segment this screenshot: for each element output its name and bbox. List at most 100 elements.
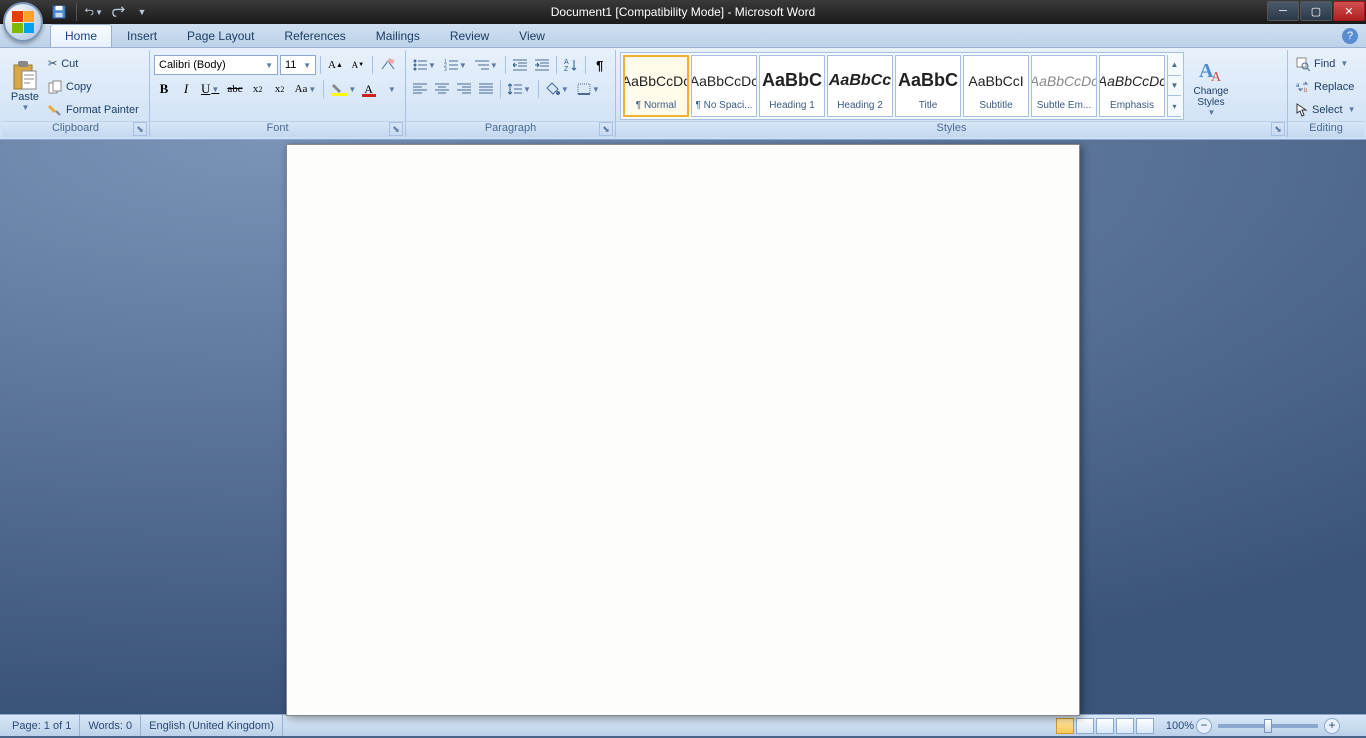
group-label-clipboard: Clipboard⬊ bbox=[2, 121, 149, 137]
style-item--normal[interactable]: AaBbCcDc¶ Normal bbox=[623, 55, 689, 117]
close-button[interactable]: ✕ bbox=[1333, 1, 1365, 21]
status-page[interactable]: Page: 1 of 1 bbox=[4, 715, 80, 736]
redo-icon[interactable] bbox=[109, 3, 127, 21]
clear-formatting-button[interactable] bbox=[377, 55, 399, 75]
italic-button[interactable]: I bbox=[176, 79, 196, 99]
sort-button[interactable]: AZ bbox=[561, 55, 581, 75]
document-page[interactable] bbox=[286, 144, 1080, 716]
style-item-heading-2[interactable]: AaBbCcHeading 2 bbox=[827, 55, 893, 117]
paste-button[interactable]: Paste ▼ bbox=[6, 52, 44, 121]
group-font: Calibri (Body)▼ 11▼ A▲ A▼ B I U▼ abc x2 … bbox=[150, 50, 406, 137]
align-left-button[interactable] bbox=[410, 79, 430, 99]
replace-icon: ab bbox=[1296, 81, 1310, 93]
tab-mailings[interactable]: Mailings bbox=[361, 24, 435, 47]
zoom-slider[interactable] bbox=[1218, 724, 1318, 728]
status-words[interactable]: Words: 0 bbox=[80, 715, 141, 736]
qat-customize-icon[interactable]: ▼ bbox=[133, 3, 151, 21]
bullets-button[interactable]: ▼ bbox=[410, 55, 439, 75]
justify-button[interactable] bbox=[476, 79, 496, 99]
highlight-button[interactable]: ▼ bbox=[328, 79, 359, 99]
zoom-in-button[interactable]: + bbox=[1324, 718, 1340, 734]
increase-indent-button[interactable] bbox=[532, 55, 552, 75]
view-print-layout-button[interactable] bbox=[1056, 718, 1074, 734]
maximize-button[interactable]: ▢ bbox=[1300, 1, 1332, 21]
gallery-down-icon[interactable]: ▼ bbox=[1168, 76, 1181, 97]
svg-text:3: 3 bbox=[444, 67, 447, 71]
styles-launcher[interactable]: ⬊ bbox=[1271, 122, 1285, 136]
style-item-title[interactable]: AaBbCTitle bbox=[895, 55, 961, 117]
grow-font-button[interactable]: A▲ bbox=[325, 55, 346, 75]
show-hide-button[interactable]: ¶ bbox=[590, 55, 610, 75]
group-editing: Find▼ abReplace Select▼ Editing bbox=[1288, 50, 1364, 137]
zoom-thumb[interactable] bbox=[1264, 719, 1272, 733]
copy-button[interactable]: Copy bbox=[44, 76, 143, 98]
borders-button[interactable]: ▼ bbox=[574, 79, 603, 99]
view-web-layout-button[interactable] bbox=[1096, 718, 1114, 734]
align-center-button[interactable] bbox=[432, 79, 452, 99]
superscript-button[interactable]: x2 bbox=[270, 79, 290, 99]
zoom-level[interactable]: 100% bbox=[1166, 720, 1194, 732]
gallery-up-icon[interactable]: ▲ bbox=[1168, 55, 1181, 76]
gallery-more-icon[interactable]: ▾ bbox=[1168, 96, 1181, 117]
select-button[interactable]: Select▼ bbox=[1292, 99, 1360, 121]
select-icon bbox=[1296, 103, 1308, 117]
brush-icon bbox=[48, 103, 62, 117]
shrink-font-button[interactable]: A▼ bbox=[348, 55, 368, 75]
scissors-icon: ✂ bbox=[48, 57, 57, 70]
window-controls: ─ ▢ ✕ bbox=[1267, 0, 1366, 24]
tab-references[interactable]: References bbox=[269, 24, 360, 47]
tab-review[interactable]: Review bbox=[435, 24, 504, 47]
change-styles-button[interactable]: AA Change Styles ▼ bbox=[1184, 52, 1238, 121]
font-color-button[interactable]: A▼ bbox=[361, 79, 399, 99]
document-area[interactable] bbox=[0, 140, 1366, 714]
minimize-button[interactable]: ─ bbox=[1267, 1, 1299, 21]
group-label-styles: Styles⬊ bbox=[616, 121, 1287, 137]
style-item-emphasis[interactable]: AaBbCcDcEmphasis bbox=[1099, 55, 1165, 117]
style-item--no-spaci-[interactable]: AaBbCcDc¶ No Spaci... bbox=[691, 55, 757, 117]
font-size-combo[interactable]: 11▼ bbox=[280, 55, 316, 75]
decrease-indent-button[interactable] bbox=[510, 55, 530, 75]
find-button[interactable]: Find▼ bbox=[1292, 53, 1360, 75]
zoom-out-button[interactable]: − bbox=[1196, 718, 1212, 734]
underline-button[interactable]: U▼ bbox=[198, 79, 222, 99]
format-painter-button[interactable]: Format Painter bbox=[44, 99, 143, 121]
paragraph-launcher[interactable]: ⬊ bbox=[599, 122, 613, 136]
replace-button[interactable]: abReplace bbox=[1292, 76, 1360, 98]
view-draft-button[interactable] bbox=[1136, 718, 1154, 734]
style-item-subtitle[interactable]: AaBbCcISubtitle bbox=[963, 55, 1029, 117]
group-label-editing: Editing bbox=[1288, 121, 1364, 137]
svg-text:Z: Z bbox=[564, 66, 569, 72]
help-icon[interactable]: ? bbox=[1342, 28, 1358, 44]
line-spacing-button[interactable]: ▼ bbox=[505, 79, 534, 99]
svg-text:b: b bbox=[1304, 88, 1308, 93]
multilevel-list-button[interactable]: ▼ bbox=[472, 55, 501, 75]
ribbon-tabs: Home Insert Page Layout References Maili… bbox=[0, 24, 1366, 48]
undo-icon[interactable]: ▼ bbox=[85, 3, 103, 21]
view-outline-button[interactable] bbox=[1116, 718, 1134, 734]
style-item-subtle-em-[interactable]: AaBbCcDcSubtle Em... bbox=[1031, 55, 1097, 117]
cut-button[interactable]: ✂Cut bbox=[44, 53, 143, 75]
tab-insert[interactable]: Insert bbox=[112, 24, 172, 47]
status-language[interactable]: English (United Kingdom) bbox=[141, 715, 283, 736]
view-full-screen-button[interactable] bbox=[1076, 718, 1094, 734]
strikethrough-button[interactable]: abc bbox=[224, 79, 245, 99]
font-name-combo[interactable]: Calibri (Body)▼ bbox=[154, 55, 278, 75]
subscript-button[interactable]: x2 bbox=[248, 79, 268, 99]
office-button[interactable] bbox=[3, 2, 43, 42]
group-label-font: Font⬊ bbox=[150, 121, 405, 137]
numbering-button[interactable]: 123▼ bbox=[441, 55, 470, 75]
window-title: Document1 [Compatibility Mode] - Microso… bbox=[551, 5, 816, 19]
ribbon: Paste ▼ ✂Cut Copy Format Painter Clipboa… bbox=[0, 48, 1366, 140]
tab-view[interactable]: View bbox=[504, 24, 560, 47]
tab-home[interactable]: Home bbox=[50, 24, 112, 47]
save-icon[interactable] bbox=[50, 3, 68, 21]
clipboard-launcher[interactable]: ⬊ bbox=[133, 122, 147, 136]
bold-button[interactable]: B bbox=[154, 79, 174, 99]
style-item-heading-1[interactable]: AaBbCHeading 1 bbox=[759, 55, 825, 117]
change-case-button[interactable]: Aa▼ bbox=[292, 79, 320, 99]
tab-page-layout[interactable]: Page Layout bbox=[172, 24, 269, 47]
align-right-button[interactable] bbox=[454, 79, 474, 99]
group-paragraph: ▼ 123▼ ▼ AZ ¶ ▼ ▼ ▼ bbox=[406, 50, 616, 137]
shading-button[interactable]: ▼ bbox=[543, 79, 572, 99]
font-launcher[interactable]: ⬊ bbox=[389, 122, 403, 136]
